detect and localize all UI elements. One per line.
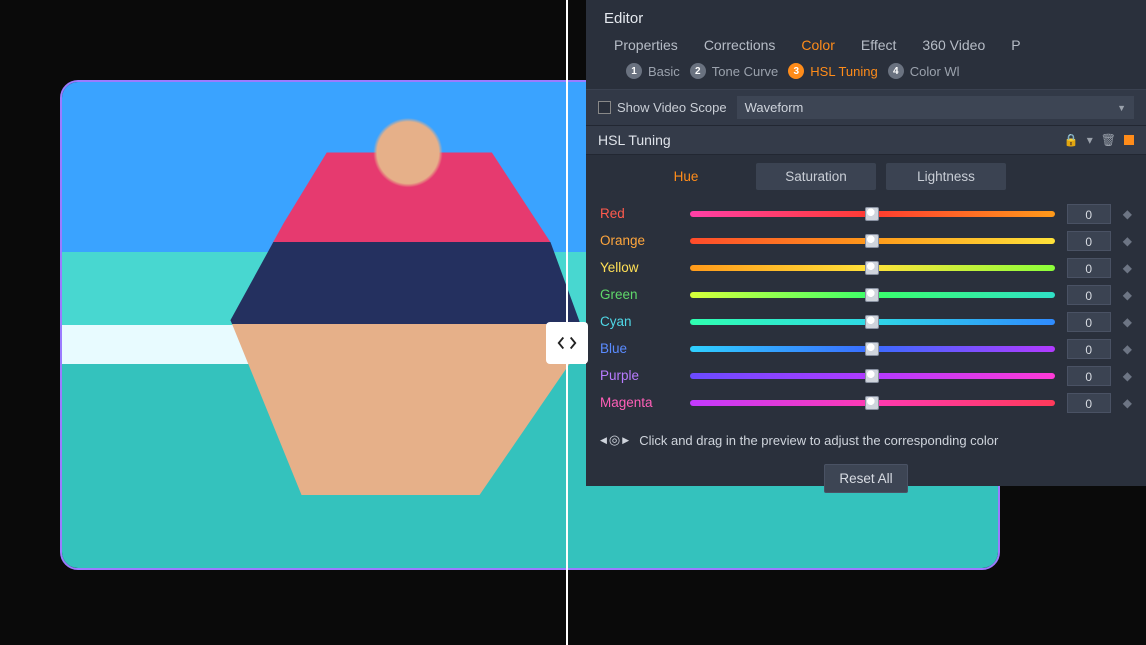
keyframe-icon[interactable]: ◆ [1123,369,1132,383]
scope-select[interactable]: Waveform ▼ [737,96,1134,119]
preview-subject [230,106,586,495]
editor-subtabs: 1 Basic 2 Tone Curve 3 HSL Tuning 4 Color Wl [586,61,1146,89]
enable-toggle-icon[interactable] [1124,135,1134,145]
scope-select-value: Waveform [745,100,804,115]
hsl-tab-lightness[interactable]: Lightness [886,163,1006,190]
hsl-row-red: Red 0 ◆ [600,200,1132,227]
hue-slider-purple[interactable] [690,373,1055,379]
hsl-rows: Red 0 ◆ Orange 0 ◆ Yellow 0 ◆ Green 0 ◆ Cyan 0 ◆ Blue 0 ◆… [586,194,1146,424]
tab-properties[interactable]: Properties [614,37,678,53]
hue-slider-blue[interactable] [690,346,1055,352]
subtab-tone-curve[interactable]: 2 Tone Curve [690,63,778,79]
keyframe-icon[interactable]: ◆ [1123,207,1132,221]
subtab-label: Color Wl [910,64,960,79]
show-scope-label: Show Video Scope [617,100,727,115]
hue-slider-cyan[interactable] [690,319,1055,325]
value-input[interactable]: 0 [1067,339,1111,359]
color-label: Green [600,287,678,302]
drag-horizontal-icon [556,332,578,354]
value-input[interactable]: 0 [1067,258,1111,278]
hsl-row-yellow: Yellow 0 ◆ [600,254,1132,281]
subtab-label: Tone Curve [712,64,778,79]
value-input[interactable]: 0 [1067,312,1111,332]
editor-tabs: Properties Corrections Color Effect 360 Vide… [586,33,1146,61]
color-label: Cyan [600,314,678,329]
keyframe-icon[interactable]: ◆ [1123,315,1132,329]
keyframe-icon[interactable]: ◆ [1123,234,1132,248]
subtab-color-wl[interactable]: 4 Color Wl [888,63,960,79]
subtab-label: Basic [648,64,680,79]
color-label: Orange [600,233,678,248]
compare-handle[interactable] [546,322,588,364]
value-input[interactable]: 0 [1067,285,1111,305]
keyframe-icon[interactable]: ◆ [1123,288,1132,302]
editor-title: Editor [586,0,1146,33]
tab-corrections[interactable]: Corrections [704,37,776,53]
slider-thumb[interactable] [865,342,879,356]
tab-effect[interactable]: Effect [861,37,897,53]
slider-thumb[interactable] [865,369,879,383]
hsl-tabs: Hue Saturation Lightness [586,155,1146,194]
slider-thumb[interactable] [865,288,879,302]
slider-thumb[interactable] [865,207,879,221]
reset-row: Reset All [586,460,1146,507]
hint-text: Click and drag in the preview to adjust … [639,433,998,448]
value-input[interactable]: 0 [1067,204,1111,224]
value-input[interactable]: 0 [1067,231,1111,251]
step-badge: 4 [888,63,904,79]
chevron-down-icon[interactable]: ▾ [1087,133,1093,147]
hue-slider-green[interactable] [690,292,1055,298]
slider-thumb[interactable] [865,261,879,275]
lock-icon[interactable]: 🔒 [1064,133,1079,147]
hsl-tab-saturation[interactable]: Saturation [756,163,876,190]
hue-slider-magenta[interactable] [690,400,1055,406]
hsl-row-blue: Blue 0 ◆ [600,335,1132,362]
slider-thumb[interactable] [865,315,879,329]
editor-panel: Editor Properties Corrections Color Effect 3… [586,0,1146,486]
value-input[interactable]: 0 [1067,393,1111,413]
scope-row: Show Video Scope Waveform ▼ [586,89,1146,126]
chevron-down-icon: ▼ [1117,103,1126,113]
hsl-section-title: HSL Tuning [598,132,671,148]
color-label: Yellow [600,260,678,275]
keyframe-icon[interactable]: ◆ [1123,342,1132,356]
subtab-basic[interactable]: 1 Basic [626,63,680,79]
slider-thumb[interactable] [865,396,879,410]
hsl-header-actions: 🔒 ▾ 🗑 [1064,133,1134,147]
show-scope-checkbox[interactable]: Show Video Scope [598,100,727,115]
reset-all-button[interactable]: Reset All [824,464,907,493]
hsl-tab-hue[interactable]: Hue [626,163,746,190]
step-badge: 2 [690,63,706,79]
color-label: Blue [600,341,678,356]
subtab-hsl-tuning[interactable]: 3 HSL Tuning [788,63,877,79]
color-label: Purple [600,368,678,383]
step-badge: 3 [788,63,804,79]
color-label: Red [600,206,678,221]
hsl-row-green: Green 0 ◆ [600,281,1132,308]
tab-360-video[interactable]: 360 Video [922,37,985,53]
tab-p[interactable]: P [1011,37,1020,53]
slider-thumb[interactable] [865,234,879,248]
value-input[interactable]: 0 [1067,366,1111,386]
tab-color[interactable]: Color [801,37,834,53]
trash-icon[interactable]: 🗑 [1101,133,1116,147]
hsl-row-orange: Orange 0 ◆ [600,227,1132,254]
hue-slider-red[interactable] [690,211,1055,217]
hsl-row-cyan: Cyan 0 ◆ [600,308,1132,335]
hsl-section-header: HSL Tuning 🔒 ▾ 🗑 [586,126,1146,155]
hsl-row-purple: Purple 0 ◆ [600,362,1132,389]
hue-slider-orange[interactable] [690,238,1055,244]
target-drag-icon[interactable]: ◀ ◎ ▶ [600,432,629,448]
hsl-row-magenta: Magenta 0 ◆ [600,389,1132,416]
keyframe-icon[interactable]: ◆ [1123,396,1132,410]
hint-row: ◀ ◎ ▶ Click and drag in the preview to a… [586,424,1146,460]
step-badge: 1 [626,63,642,79]
subtab-label: HSL Tuning [810,64,877,79]
checkbox-box [598,101,611,114]
keyframe-icon[interactable]: ◆ [1123,261,1132,275]
color-label: Magenta [600,395,678,410]
hue-slider-yellow[interactable] [690,265,1055,271]
